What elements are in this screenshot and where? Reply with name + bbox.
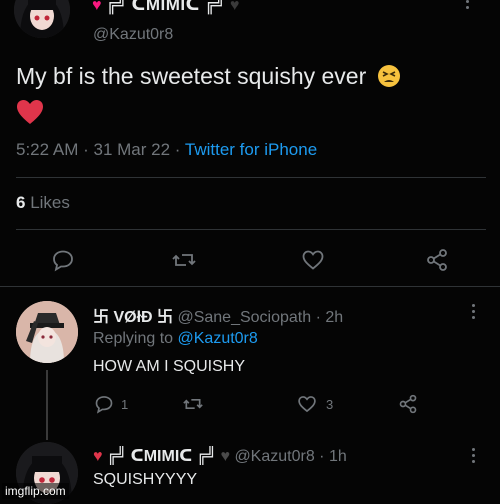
- tweet-source[interactable]: Twitter for iPhone: [185, 140, 317, 159]
- avatar-image: [14, 0, 70, 38]
- main-tweet-text: My bf is the sweetest squishy ever: [16, 62, 486, 90]
- more-options-icon[interactable]: [466, 0, 472, 9]
- display-name-tail: ╔╝: [196, 446, 217, 465]
- heart-icon: ♥: [92, 0, 102, 14]
- like-count: 3: [326, 397, 334, 412]
- retweet-icon[interactable]: [172, 248, 196, 272]
- divider: [16, 177, 486, 178]
- watermark: imgflip.com: [2, 483, 69, 499]
- tweet-time[interactable]: 5:22 AM: [16, 140, 78, 159]
- reply-count: 1: [121, 397, 129, 412]
- display-name-glyph: ╔╝: [106, 446, 127, 465]
- like-icon[interactable]: [301, 248, 325, 272]
- likes-count-row[interactable]: 6 Likes: [16, 193, 70, 213]
- separator: ·: [83, 140, 89, 159]
- black-heart-icon: ♥: [229, 0, 240, 14]
- more-options-icon[interactable]: [472, 304, 478, 319]
- reply-icon[interactable]: [51, 248, 75, 272]
- display-name-tail: ╔╝: [204, 0, 226, 15]
- reply2-text: SQUISHYYYY: [93, 471, 198, 488]
- display-name-text: ᑕMIMIᑕ: [131, 0, 200, 14]
- avatar-mimic[interactable]: [14, 0, 70, 38]
- likes-label: Likes: [30, 193, 70, 212]
- replying-to-row: Replying to @Kazut0r8: [93, 330, 258, 348]
- main-display-name[interactable]: ♥ ╔╝ ᑕMIMIᑕ ╔╝ ♥: [92, 0, 239, 15]
- black-heart-icon: ♥: [220, 448, 230, 465]
- red-heart-emoji-icon: [16, 99, 44, 130]
- reply2-handle[interactable]: @Kazut0r8: [234, 448, 314, 465]
- share-icon[interactable]: [398, 394, 418, 414]
- separator: ·: [319, 448, 325, 465]
- separator: ·: [315, 309, 321, 326]
- share-icon[interactable]: [425, 248, 449, 272]
- avatar-image: [16, 301, 78, 363]
- more-options-icon[interactable]: [472, 448, 478, 463]
- reply2-display-name[interactable]: ᑕMIMIᑕ: [131, 448, 193, 465]
- display-name-glyph: ╔╝: [106, 0, 127, 15]
- separator: ·: [174, 140, 181, 159]
- reply2-header: ♥ ╔╝ ᑕMIMIᑕ ╔╝ ♥ @Kazut0r8 · 1h: [93, 446, 347, 466]
- reply-display-name[interactable]: 卐 VØłÐ 卐: [93, 309, 173, 326]
- reply-icon[interactable]: [94, 394, 114, 414]
- retweet-icon[interactable]: [183, 394, 203, 414]
- avatar-void[interactable]: [16, 301, 78, 363]
- divider: [0, 286, 500, 287]
- reply-text: HOW AM I SQUISHY: [93, 358, 246, 375]
- divider: [16, 229, 486, 230]
- replying-to-handle[interactable]: @Kazut0r8: [178, 330, 258, 347]
- reply-handle[interactable]: @Sane_Sociopath: [177, 309, 311, 326]
- tired-face-emoji-icon: [377, 64, 401, 88]
- like-icon[interactable]: [297, 394, 317, 414]
- replying-to-label: Replying to: [93, 330, 174, 347]
- thread-line: [46, 370, 48, 440]
- timestamp-row: 5:22 AM · 31 Mar 22 · Twitter for iPhone: [16, 140, 317, 160]
- reply2-time[interactable]: 1h: [329, 448, 347, 465]
- main-handle[interactable]: @Kazut0r8: [93, 26, 173, 44]
- reply-time[interactable]: 2h: [325, 309, 343, 326]
- tweet-text: My bf is the sweetest squishy ever: [16, 63, 367, 89]
- likes-count: 6: [16, 193, 26, 212]
- tweet-date[interactable]: 31 Mar 22: [94, 140, 171, 159]
- heart-icon: ♥: [93, 448, 103, 465]
- reply-header: 卐 VØłÐ 卐 @Sane_Sociopath · 2h: [93, 303, 343, 327]
